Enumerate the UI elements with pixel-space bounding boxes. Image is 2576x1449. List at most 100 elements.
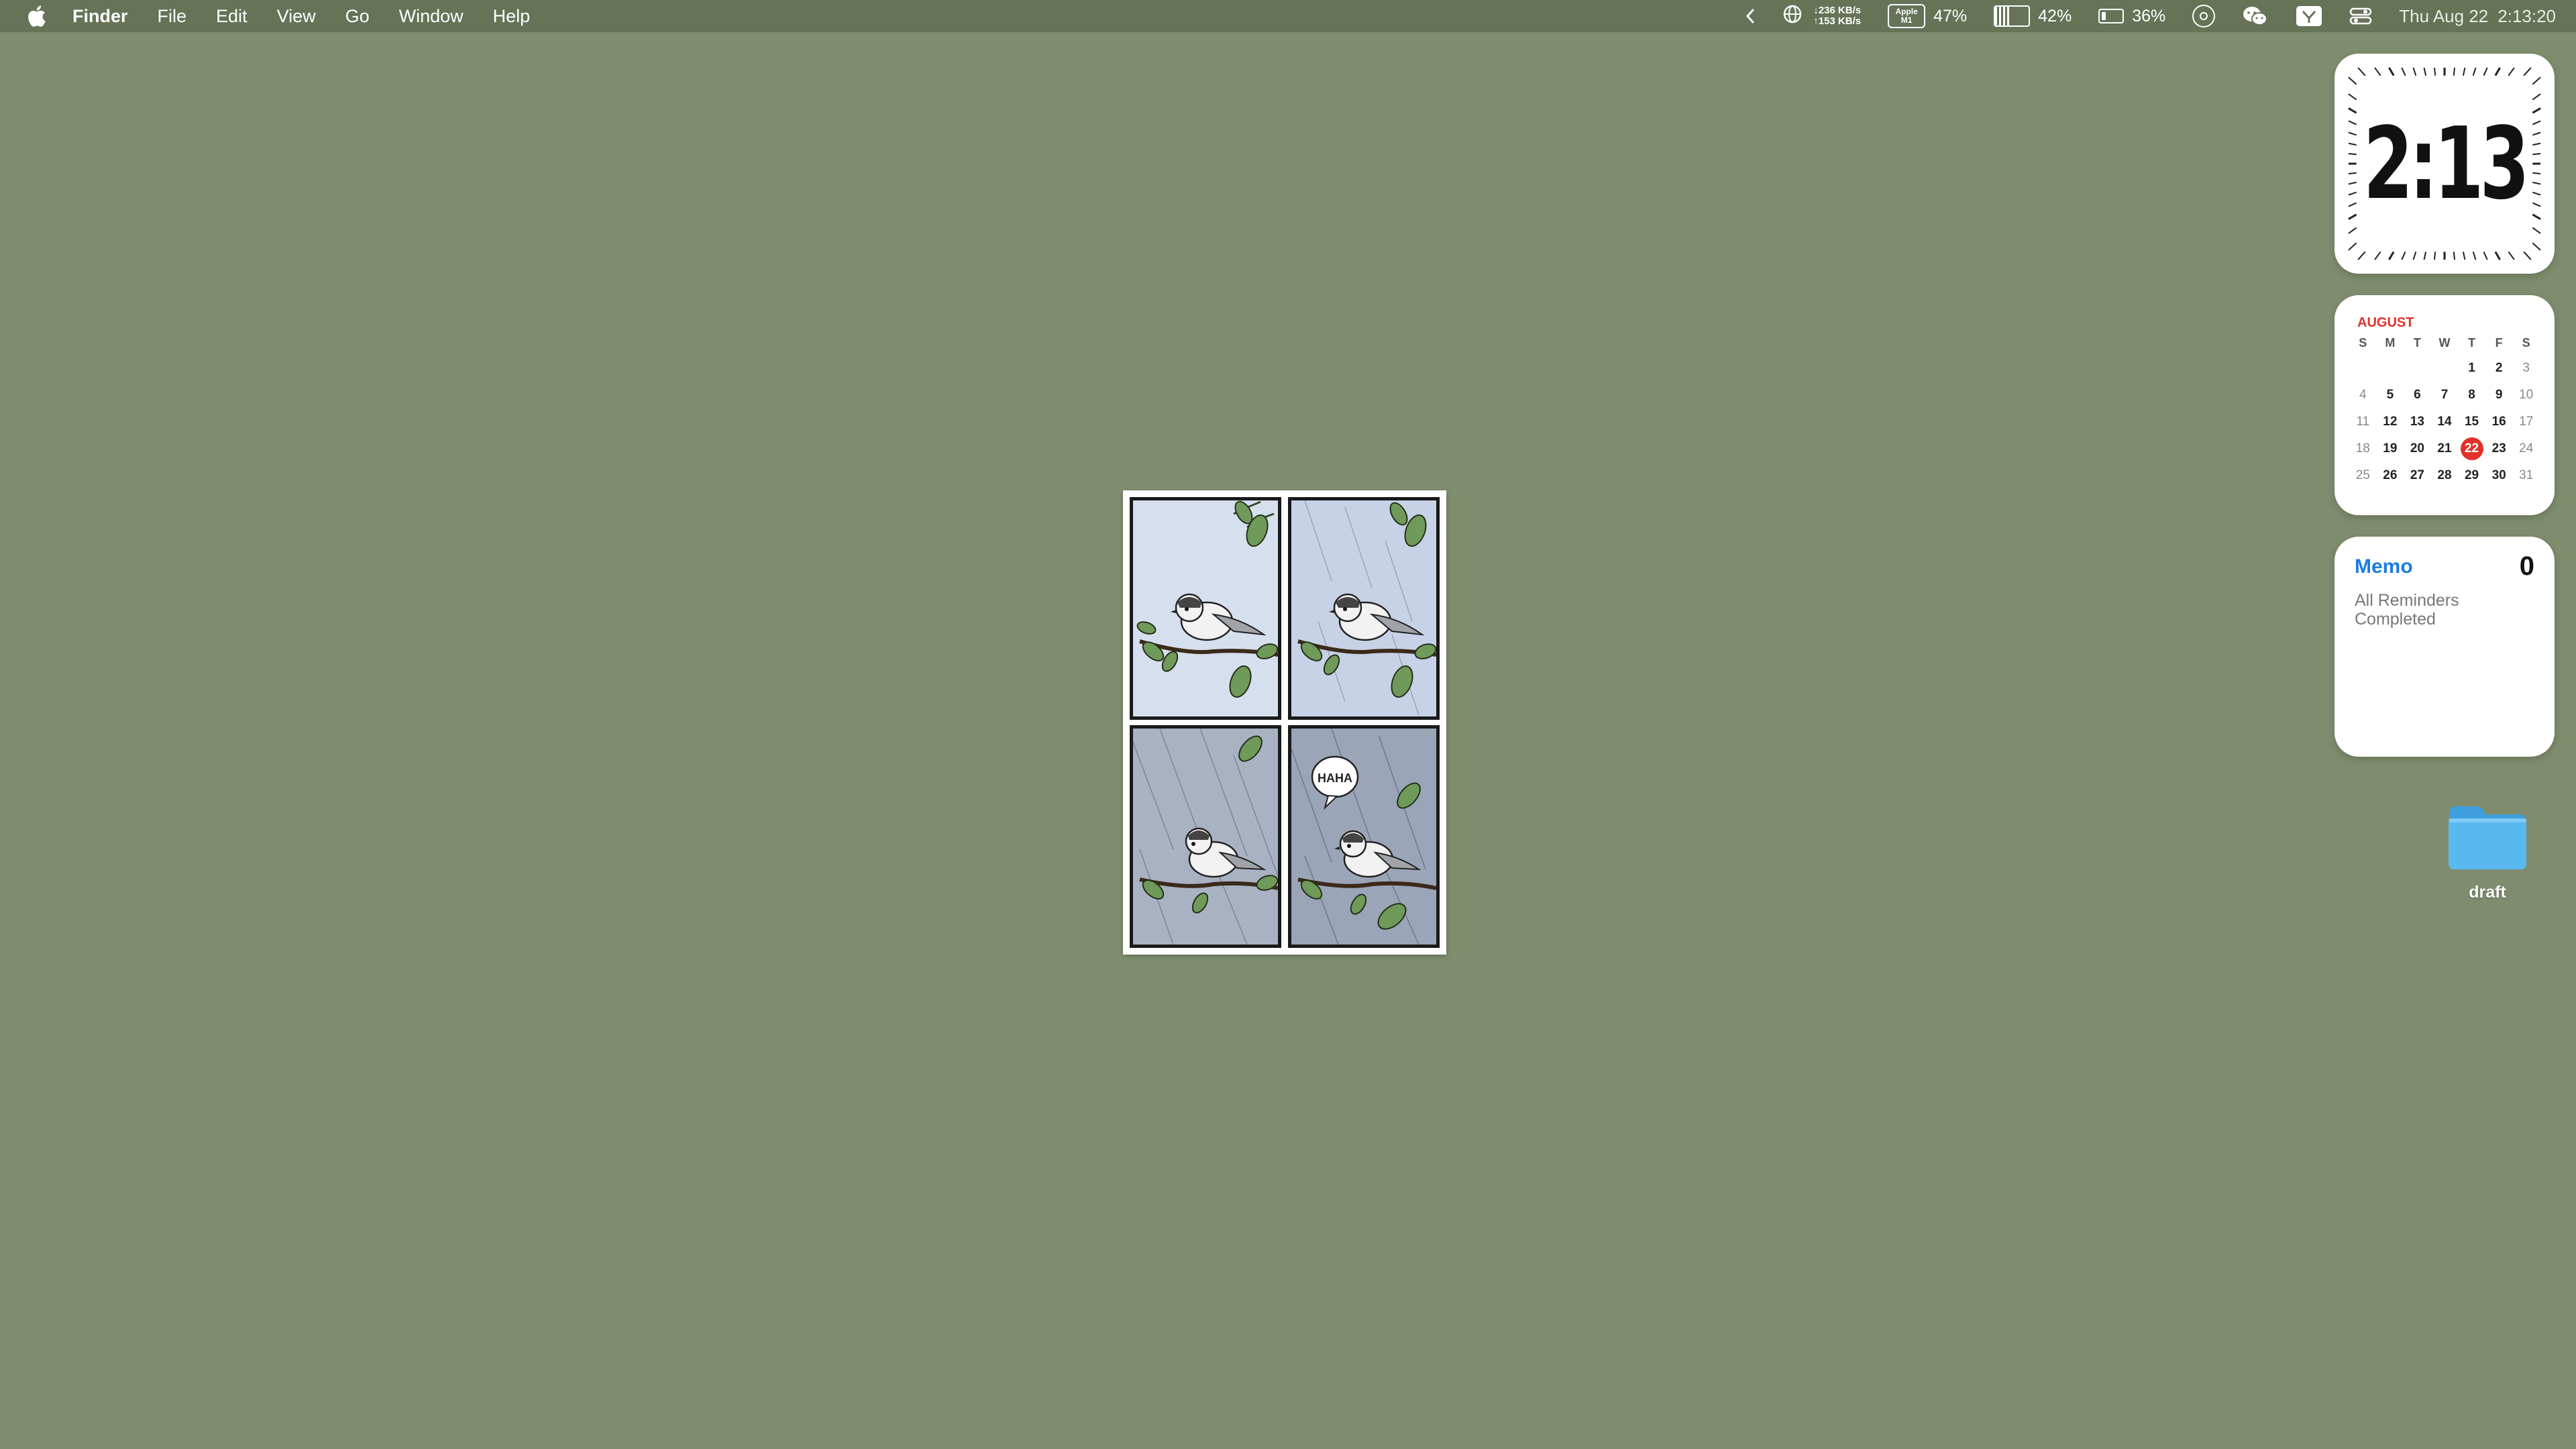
- memory-gauge-icon: [1994, 5, 2031, 27]
- menu-help[interactable]: Help: [493, 6, 531, 27]
- globe-icon: [1782, 4, 1803, 29]
- calendar-day[interactable]: 9: [2485, 386, 2513, 404]
- menu-bar: Finder File Edit View Go Window Help ↓23…: [0, 0, 2576, 32]
- wechat-icon[interactable]: [2242, 5, 2269, 28]
- clock-tick: [2348, 202, 2357, 207]
- siri-icon[interactable]: [2192, 5, 2216, 28]
- comic-image[interactable]: HAHA: [1123, 490, 1446, 955]
- calendar-day-number: 27: [2410, 468, 2424, 482]
- calendar-day-header: S: [2359, 336, 2367, 350]
- calendar-day[interactable]: 28: [2431, 467, 2459, 484]
- calendar-widget[interactable]: AUGUST S M T W T F S 1 2 3 4 5 6 7 8 9 10 11 12 13 14 15 16 17 1…: [2334, 295, 2555, 515]
- calendar-day: [2431, 360, 2459, 377]
- calendar-day[interactable]: 24: [2512, 440, 2540, 458]
- clock-tick: [2532, 93, 2541, 101]
- calendar-day-number: 7: [2440, 388, 2449, 402]
- calendar-day[interactable]: 8: [2458, 386, 2485, 404]
- calendar-day[interactable]: 7: [2431, 386, 2459, 404]
- folder-icon: [2446, 802, 2529, 872]
- calendar-day[interactable]: 18: [2349, 440, 2377, 458]
- calendar-day-number: 3: [2522, 361, 2530, 375]
- control-center-icon[interactable]: [2349, 6, 2372, 26]
- menu-go[interactable]: Go: [345, 6, 370, 27]
- calendar-day[interactable]: 11: [2349, 413, 2377, 431]
- calendar-day: [2404, 360, 2431, 377]
- clock-tick: [2523, 251, 2532, 260]
- calendar-day[interactable]: 27: [2404, 467, 2431, 484]
- network-monitor[interactable]: ↓236 KB/s ↑153 KB/s: [1782, 4, 1861, 29]
- clock-tick: [2348, 93, 2357, 101]
- calendar-day-number: 24: [2519, 441, 2534, 455]
- calendar-day[interactable]: 6: [2404, 386, 2431, 404]
- calendar-day-number: 2: [2495, 361, 2503, 375]
- calendar-day[interactable]: 2: [2485, 360, 2513, 377]
- calendar-day[interactable]: 3: [2512, 360, 2540, 377]
- clock-tick: [2532, 107, 2541, 114]
- clock-tick: [2348, 120, 2357, 125]
- calendar-day-number: 23: [2491, 441, 2506, 455]
- input-method-icon[interactable]: [2296, 5, 2322, 27]
- calendar-day-number: 29: [2464, 468, 2479, 482]
- calendar-day[interactable]: 16: [2485, 413, 2513, 431]
- comic-panel-1: [1130, 497, 1281, 720]
- memory-monitor[interactable]: 42%: [1994, 5, 2072, 27]
- reminders-count: 0: [2519, 551, 2534, 581]
- calendar-day[interactable]: 12: [2377, 413, 2404, 431]
- comic-panel-2: [1288, 497, 1440, 720]
- calendar-day-number: 22: [2464, 441, 2479, 455]
- speech-bubble-text: HAHA: [1318, 771, 1352, 785]
- calendar-day[interactable]: 19: [2377, 440, 2404, 458]
- calendar-day[interactable]: 30: [2485, 467, 2513, 484]
- calendar-day[interactable]: 15: [2458, 413, 2485, 431]
- menu-window[interactable]: Window: [399, 6, 464, 27]
- calendar-day[interactable]: 17: [2512, 413, 2540, 431]
- clock-tick: [2348, 242, 2357, 251]
- calendar-day[interactable]: 25: [2349, 467, 2377, 484]
- cpu-percent: 47%: [1933, 6, 1968, 25]
- calendar-day[interactable]: 23: [2485, 440, 2513, 458]
- calendar-day-header: F: [2495, 336, 2503, 350]
- calendar-day-today[interactable]: 22: [2458, 440, 2485, 458]
- calendar-day-number: 6: [2414, 388, 2421, 402]
- menu-edit[interactable]: Edit: [216, 6, 248, 27]
- calendar-day-number: 21: [2437, 441, 2452, 455]
- calendar-day[interactable]: 1: [2458, 360, 2485, 377]
- calendar-day-number: 9: [2495, 388, 2503, 402]
- clock-tick: [2532, 181, 2541, 185]
- calendar-day[interactable]: 21: [2431, 440, 2459, 458]
- calendar-day[interactable]: 13: [2404, 413, 2431, 431]
- calendar-day[interactable]: 5: [2377, 386, 2404, 404]
- clock-tick: [2532, 172, 2541, 175]
- menu-file[interactable]: File: [158, 6, 187, 27]
- cpu-monitor[interactable]: Apple M1 47%: [1888, 4, 1967, 28]
- calendar-day: [2377, 360, 2404, 377]
- clock-tick: [2357, 67, 2366, 76]
- calendar-day-header: T: [2468, 336, 2476, 350]
- chip-label-line2: M1: [1900, 15, 1913, 25]
- clock-tick: [2532, 120, 2541, 125]
- calendar-day-number: 8: [2468, 388, 2475, 402]
- menubar-date: Thu Aug 22: [2399, 5, 2489, 26]
- desktop-folder-draft[interactable]: draft: [2442, 802, 2533, 902]
- battery-monitor[interactable]: 36%: [2098, 7, 2165, 26]
- calendar-day[interactable]: 4: [2349, 386, 2377, 404]
- calendar-day-number: 12: [2383, 415, 2398, 429]
- calendar-day[interactable]: 31: [2512, 467, 2540, 484]
- reminders-widget[interactable]: Memo 0 All Reminders Completed: [2334, 537, 2555, 757]
- calendar-day-number: 16: [2491, 415, 2506, 429]
- menu-view[interactable]: View: [277, 6, 316, 27]
- reminders-status: All Reminders Completed: [2355, 591, 2459, 629]
- calendar-day[interactable]: 14: [2431, 413, 2459, 431]
- calendar-day-number: 10: [2519, 388, 2534, 402]
- calendar-day[interactable]: 29: [2458, 467, 2485, 484]
- apple-logo-icon[interactable]: [24, 4, 48, 28]
- chevron-left-icon[interactable]: [1745, 8, 1756, 24]
- calendar-day[interactable]: 10: [2512, 386, 2540, 404]
- clock-tick: [2357, 251, 2366, 260]
- clock-widget[interactable]: 2:13: [2334, 54, 2555, 274]
- calendar-day-number: 5: [2386, 388, 2394, 402]
- menubar-clock[interactable]: Thu Aug 22 2:13:20: [2399, 6, 2556, 27]
- menu-app-finder[interactable]: Finder: [72, 6, 128, 27]
- calendar-day[interactable]: 26: [2377, 467, 2404, 484]
- calendar-day[interactable]: 20: [2404, 440, 2431, 458]
